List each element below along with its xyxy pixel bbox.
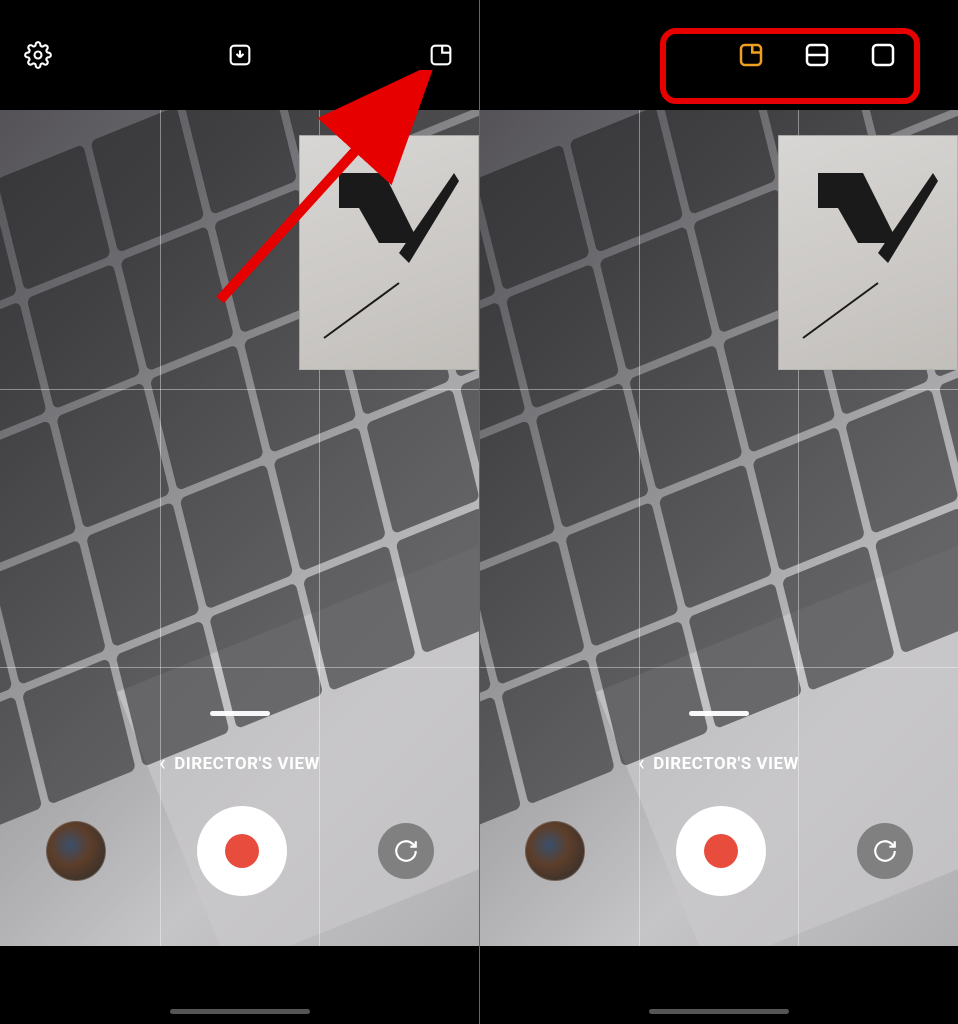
layout-single-icon bbox=[868, 40, 898, 70]
record-dot-icon bbox=[225, 834, 259, 868]
bottom-bar bbox=[479, 946, 958, 1024]
controls-row bbox=[479, 806, 958, 896]
top-toolbar bbox=[479, 0, 958, 110]
mode-label: DIRECTOR'S VIEW bbox=[653, 754, 799, 774]
record-dot-icon bbox=[704, 834, 738, 868]
phone-screenshot-left: ‹ DIRECTOR'S VIEW bbox=[0, 0, 479, 1024]
drag-handle[interactable] bbox=[210, 711, 270, 716]
record-button[interactable] bbox=[676, 806, 766, 896]
gallery-thumbnail[interactable] bbox=[46, 821, 106, 881]
controls-row bbox=[0, 806, 479, 896]
switch-camera-button[interactable] bbox=[378, 823, 434, 879]
layout-pip-icon bbox=[736, 40, 766, 70]
download-icon bbox=[226, 41, 254, 69]
pip-preview[interactable] bbox=[778, 135, 958, 370]
layout-pip-option[interactable] bbox=[731, 35, 771, 75]
switch-camera-button[interactable] bbox=[857, 823, 913, 879]
pip-content bbox=[309, 153, 469, 353]
pip-content bbox=[788, 153, 948, 353]
layout-split-icon bbox=[802, 40, 832, 70]
layout-options bbox=[731, 35, 903, 75]
pip-preview[interactable] bbox=[299, 135, 479, 370]
layout-split-option[interactable] bbox=[797, 35, 837, 75]
home-indicator[interactable] bbox=[649, 1009, 789, 1014]
phone-screenshot-right: ‹ DIRECTOR'S VIEW bbox=[479, 0, 958, 1024]
settings-button[interactable] bbox=[18, 35, 58, 75]
layout-button[interactable] bbox=[421, 35, 461, 75]
mode-label: DIRECTOR'S VIEW bbox=[174, 754, 320, 774]
bottom-bar bbox=[0, 946, 479, 1024]
layout-single-option[interactable] bbox=[863, 35, 903, 75]
gear-icon bbox=[24, 41, 52, 69]
mode-selector[interactable]: ‹ DIRECTOR'S VIEW bbox=[0, 751, 479, 776]
switch-camera-icon bbox=[393, 838, 419, 864]
switch-camera-icon bbox=[872, 838, 898, 864]
chevron-left-icon: ‹ bbox=[638, 751, 645, 776]
home-indicator[interactable] bbox=[170, 1009, 310, 1014]
layout-pip-icon bbox=[427, 41, 455, 69]
camera-viewport[interactable]: ‹ DIRECTOR'S VIEW bbox=[479, 110, 958, 946]
camera-viewport[interactable]: ‹ DIRECTOR'S VIEW bbox=[0, 110, 479, 946]
gallery-thumbnail[interactable] bbox=[525, 821, 585, 881]
screenshot-divider bbox=[479, 0, 480, 1024]
chevron-left-icon: ‹ bbox=[159, 751, 166, 776]
drag-handle[interactable] bbox=[689, 711, 749, 716]
mode-selector[interactable]: ‹ DIRECTOR'S VIEW bbox=[479, 751, 958, 776]
top-toolbar bbox=[0, 0, 479, 110]
record-button[interactable] bbox=[197, 806, 287, 896]
save-button[interactable] bbox=[220, 35, 260, 75]
